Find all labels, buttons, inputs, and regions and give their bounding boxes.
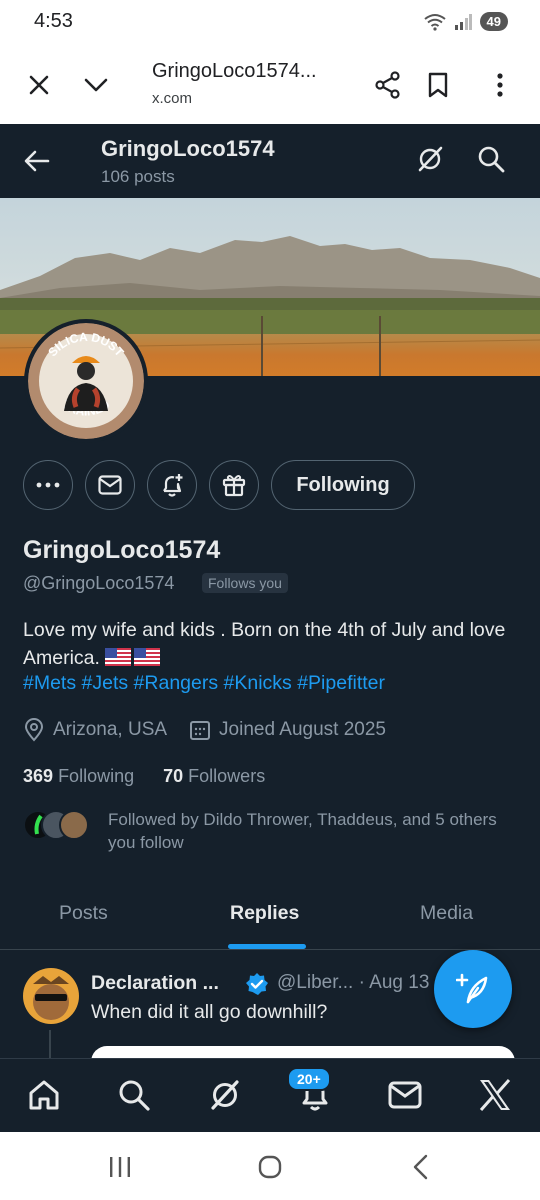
avatar: [59, 810, 89, 840]
header-name: GringoLoco1574: [101, 136, 275, 161]
active-tab-indicator: [228, 944, 306, 949]
browser-toolbar: GringoLoco1574... x.com: [0, 46, 540, 124]
profile-header-bar: GringoLoco1574 106 posts: [0, 124, 540, 198]
location-item: Arizona, USA: [23, 718, 167, 742]
tab-media[interactable]: Media: [420, 902, 473, 925]
header-post-count: 106 posts: [101, 167, 175, 186]
close-icon[interactable]: [22, 68, 56, 102]
bell-plus-icon: [163, 474, 183, 497]
bio-hashtags[interactable]: #Mets #Jets #Rangers #Knicks #Pipefitter: [23, 672, 385, 695]
tweet-text: When did it all go downhill?: [91, 1001, 328, 1023]
back-arrow-icon[interactable]: [22, 146, 52, 181]
status-bar: 4:53 49: [0, 0, 540, 46]
compose-button[interactable]: [434, 950, 512, 1028]
profile-avatar[interactable]: SILICA DUST TRAINED: [24, 319, 148, 443]
following-count: 369: [23, 766, 54, 786]
more-horizontal-icon: [36, 482, 60, 488]
gift-icon: [222, 475, 246, 497]
followed-by[interactable]: Followed by Dildo Thrower, Thaddeus, and…: [23, 806, 523, 856]
search-icon[interactable]: [476, 144, 506, 179]
following-button[interactable]: Following: [271, 460, 415, 510]
followed-by-text: Followed by Dildo Thrower, Thaddeus, and…: [108, 810, 497, 852]
location-pin-icon: [24, 718, 44, 742]
battery-icon: 49: [479, 12, 508, 31]
tab-replies[interactable]: Replies: [230, 902, 299, 925]
grok-icon[interactable]: [415, 144, 445, 179]
followers-count-link[interactable]: 70 Followers: [163, 766, 265, 786]
profile-display-name: GringoLoco1574: [23, 536, 221, 564]
location-text: Arizona, USA: [53, 719, 168, 740]
joined-text: Joined August 2025: [219, 719, 386, 740]
grok-icon[interactable]: [207, 1077, 243, 1113]
message-button[interactable]: [85, 460, 135, 510]
profile-bio: Love my wife and kids . Born on the 4th …: [23, 616, 523, 672]
following-count-link[interactable]: 369 Following: [23, 766, 134, 786]
followers-count: 70: [163, 766, 184, 786]
signal-icon: [454, 13, 472, 30]
tweet-handle-date: @Liber... · Aug 13: [277, 972, 430, 993]
chevron-down-icon[interactable]: [79, 68, 113, 102]
gift-button[interactable]: [209, 460, 259, 510]
follows-you-badge: Follows you: [202, 573, 288, 593]
recent-apps-icon[interactable]: [105, 1152, 135, 1182]
browser-url: x.com: [152, 90, 193, 107]
share-icon[interactable]: [371, 68, 405, 102]
search-icon[interactable]: [116, 1077, 152, 1113]
tab-posts[interactable]: Posts: [59, 902, 108, 925]
status-icons: 49: [423, 12, 508, 31]
bio-text: Love my wife and kids . Born on the 4th …: [23, 619, 506, 669]
compose-feather-icon: [456, 973, 488, 1004]
profile-meta: Arizona, USA Joined August 2025: [23, 718, 408, 742]
more-vertical-icon[interactable]: [483, 68, 517, 102]
notify-button[interactable]: [147, 460, 197, 510]
x-logo-icon[interactable]: [477, 1077, 513, 1113]
profile-actions: Following: [0, 460, 540, 512]
us-flag-icon: [134, 648, 161, 666]
joined-item: Joined August 2025: [189, 719, 386, 741]
x-profile-page: GringoLoco1574 106 posts SILICA DUST IN …: [0, 124, 540, 1132]
wifi-icon: [423, 13, 446, 31]
bookmark-icon[interactable]: [421, 68, 455, 102]
system-navigation-bar: [0, 1132, 540, 1200]
messages-envelope-icon[interactable]: [387, 1077, 423, 1113]
profile-handle: @GringoLoco1574: [23, 573, 175, 593]
home-circle-icon[interactable]: [255, 1152, 285, 1182]
calendar-icon: [190, 721, 211, 740]
follow-counts: 369 Following 70 Followers: [23, 766, 265, 787]
bottom-navigation: 20+: [0, 1058, 540, 1132]
home-icon[interactable]: [26, 1077, 62, 1113]
envelope-icon: [98, 475, 122, 495]
notifications-badge: 20+: [287, 1067, 331, 1091]
profile-tabs: Posts Replies Media: [0, 882, 540, 950]
status-time: 4:53: [34, 10, 73, 32]
back-chevron-icon[interactable]: [406, 1152, 436, 1182]
browser-page-title: GringoLoco1574...: [152, 60, 317, 82]
verified-badge-icon: [245, 972, 269, 1001]
tweet-author-name: Declaration ...: [91, 972, 219, 994]
more-options-button[interactable]: [23, 460, 73, 510]
us-flag-icon: [105, 648, 132, 666]
tweet-avatar[interactable]: [23, 968, 79, 1024]
